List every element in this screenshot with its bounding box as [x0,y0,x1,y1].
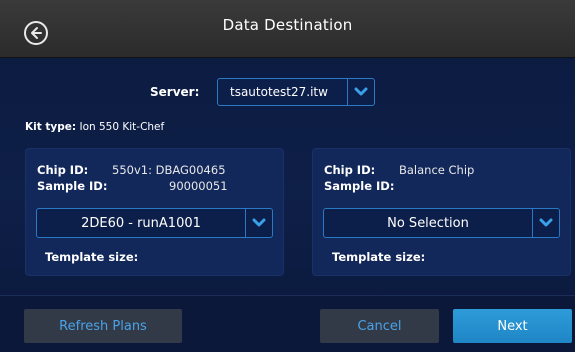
chip-id-value: 550v1: DBAG00465 [112,163,226,177]
refresh-plans-button[interactable]: Refresh Plans [24,309,182,343]
sample-id-row: Sample ID: 90000051 [37,179,228,193]
chip-id-row: Chip ID: Balance Chip [324,163,474,177]
footer-bar: Refresh Plans Cancel Next [0,295,575,352]
template-size-label: Template size: [45,250,139,264]
chevron-down-icon [354,87,368,96]
sample-id-row: Sample ID: [324,179,394,193]
cancel-button[interactable]: Cancel [320,309,439,343]
chip-panel-left: Chip ID: 550v1: DBAG00465 Sample ID: 900… [25,148,284,276]
chip-id-value: Balance Chip [399,163,475,177]
page-title: Data Destination [222,16,353,34]
chip-id-row: Chip ID: 550v1: DBAG00465 [37,163,226,177]
chevron-down-icon [252,218,266,227]
sample-id-label: Sample ID: [37,179,108,193]
chevron-down-icon [539,218,553,227]
sample-id-value: 90000051 [169,179,228,193]
header-bar: Data Destination [0,0,575,58]
next-button[interactable]: Next [453,309,572,343]
kit-type-label: Kit type: [25,121,77,133]
server-dropdown[interactable]: tsautotest27.itw [217,78,375,106]
kit-type: Kit type: Ion 550 Kit-Chef [25,121,164,133]
server-value: tsautotest27.itw [230,85,328,99]
kit-type-value: Ion 550 Kit-Chef [79,121,165,133]
chip-id-label: Chip ID: [324,163,376,177]
plan-dropdown-left[interactable]: 2DE60 - runA1001 [36,208,273,238]
server-dropdown-toggle[interactable] [347,79,374,105]
chip-id-label: Chip ID: [37,163,89,177]
plan-value: No Selection [387,215,469,231]
data-destination-screen: Data Destination Server: tsautotest27.it… [0,0,575,352]
plan-dropdown-toggle[interactable] [245,209,272,237]
sample-id-label: Sample ID: [324,179,395,193]
chip-panel-right: Chip ID: Balance Chip Sample ID: No Sele… [312,148,571,276]
plan-value: 2DE60 - runA1001 [81,215,201,231]
template-size-label: Template size: [332,250,426,264]
plan-dropdown-toggle[interactable] [532,209,559,237]
server-label: Server: [150,85,200,99]
plan-dropdown-right[interactable]: No Selection [323,208,560,238]
